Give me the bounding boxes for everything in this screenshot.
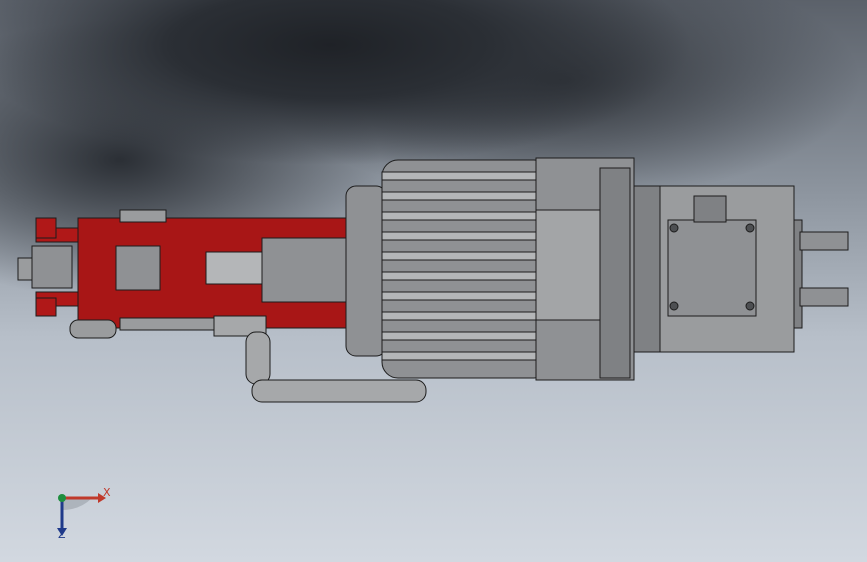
3d-viewport[interactable]: X Z <box>0 0 867 562</box>
axis-z-label: Z <box>58 528 66 541</box>
axis-x-label: X <box>103 486 111 499</box>
orientation-triad <box>57 493 106 536</box>
